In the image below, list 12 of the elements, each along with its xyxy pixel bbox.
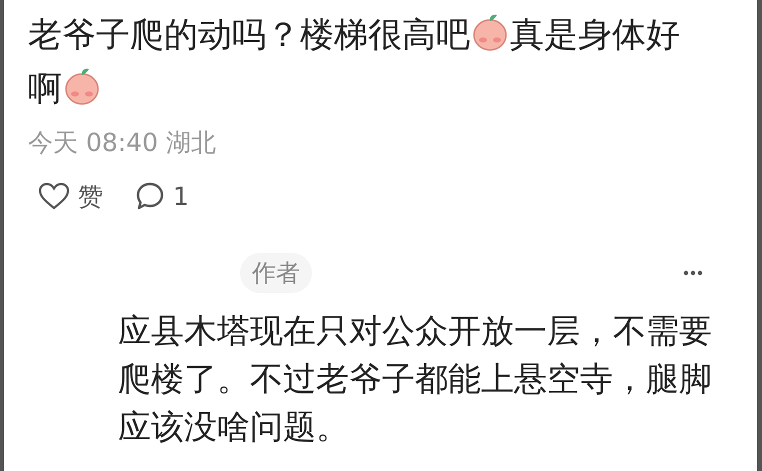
reply-count-button[interactable]: 1 [135,178,189,215]
more-icon[interactable] [683,270,703,276]
author-badge: 作者 [240,253,312,293]
like-button[interactable]: 赞 [38,178,103,215]
peach-emoji-icon [63,66,101,106]
peach-emoji-icon [471,12,509,52]
comment-icon [135,181,165,212]
comment-text: 啊 [28,69,62,109]
comment-text: 真是身体好 [510,15,680,55]
reply-text: 应县木塔现在只对公众开放一层，不需要爬楼了。不过老爷子都能上悬空寺，腿脚应该没啥问题。 [118,310,713,448]
comment-text: 老爷子爬的动吗？楼梯很高吧 [28,15,470,55]
comment-meta: 今天 08:40 湖北 [28,127,216,159]
